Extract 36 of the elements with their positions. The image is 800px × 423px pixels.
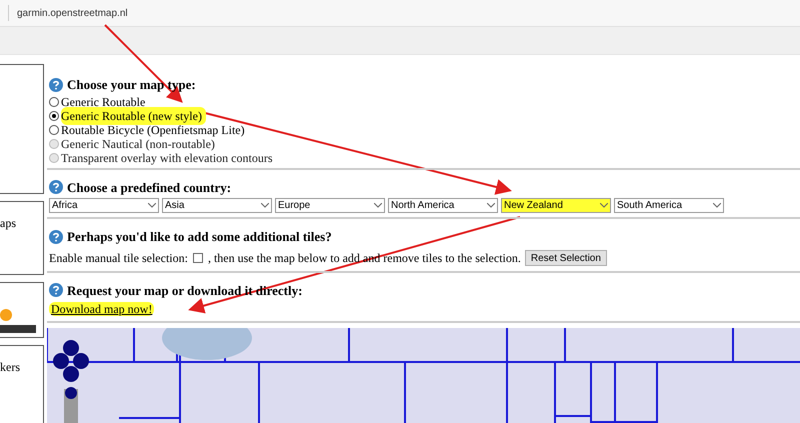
help-icon[interactable] — [49, 283, 63, 298]
chevron-icon — [600, 203, 608, 208]
reset-selection-button[interactable]: Reset Selection — [524, 250, 607, 266]
chevron-icon — [713, 203, 721, 208]
country-select[interactable]: Asia — [162, 198, 272, 213]
radio-button[interactable] — [49, 110, 59, 120]
chevron-icon — [374, 203, 382, 208]
chevron-icon — [261, 203, 269, 208]
help-icon[interactable] — [49, 180, 63, 194]
radio-label: Routable Bicycle (Openfietsmap Lite) — [61, 122, 246, 138]
checkbox[interactable] — [192, 252, 203, 262]
radio-button[interactable] — [49, 124, 59, 134]
round-button-icon[interactable] — [0, 309, 12, 321]
help-icon[interactable] — [49, 230, 63, 244]
country-select[interactable]: Africa — [49, 198, 159, 213]
logo-icon — [0, 325, 36, 333]
country-select[interactable]: North America — [388, 198, 498, 213]
tile-selection-label: Enable manual tile selection: — [49, 250, 188, 266]
section-heading: Choose your map type: — [67, 76, 196, 94]
country-select[interactable]: Europe — [275, 198, 385, 213]
sidebar-text: aps — [0, 216, 16, 230]
section-heading: Perhaps you'd like to add some additional tiles? — [67, 228, 332, 246]
chevron-icon — [148, 203, 156, 208]
download-link[interactable]: Download map now! — [49, 302, 154, 316]
country-select[interactable]: New Zealand — [501, 198, 611, 213]
url-text[interactable]: garmin.openstreetmap.nl — [17, 6, 128, 20]
help-icon[interactable] — [49, 78, 63, 92]
radio-label: Transparent overlay with elevation contours — [61, 150, 274, 166]
section-heading: Choose a predefined country: — [67, 178, 232, 197]
radio-button[interactable] — [49, 96, 59, 106]
country-select[interactable]: South America — [614, 198, 724, 213]
radio-label: Generic Nautical (non-routable) — [61, 136, 216, 152]
map-tile-area[interactable] — [47, 328, 800, 423]
radio-label: Generic Routable (new style) — [61, 106, 206, 124]
sidebar-text: kers — [0, 360, 20, 374]
chevron-icon — [487, 203, 495, 208]
